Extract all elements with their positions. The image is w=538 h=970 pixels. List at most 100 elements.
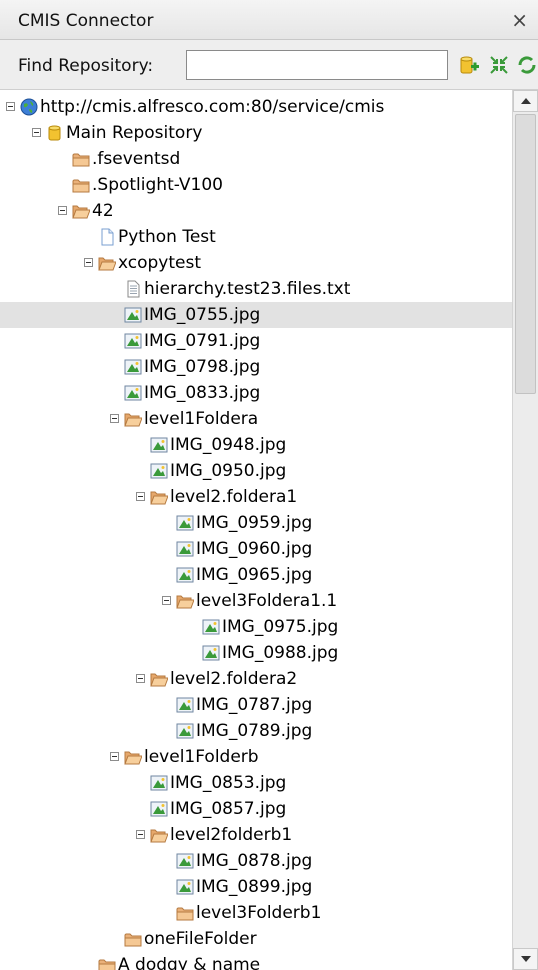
image-file-icon xyxy=(124,384,142,402)
tree-row-label: .fseventsd xyxy=(92,149,181,169)
repository-tree[interactable]: http://cmis.alfresco.com:80/service/cmis… xyxy=(0,90,512,970)
image-file-icon xyxy=(176,878,194,896)
tree-row[interactable]: IMG_0798.jpg xyxy=(0,354,512,380)
collapse-toggle-icon[interactable] xyxy=(84,258,93,267)
tree-row-label: IMG_0959.jpg xyxy=(196,513,313,533)
tree-row[interactable]: IMG_0833.jpg xyxy=(0,380,512,406)
tree-row[interactable]: IMG_0959.jpg xyxy=(0,510,512,536)
tree-row-label: IMG_0899.jpg xyxy=(196,877,313,897)
tree-row[interactable]: IMG_0975.jpg xyxy=(0,614,512,640)
tree-row[interactable]: level3Folderb1 xyxy=(0,900,512,926)
tree-row[interactable]: A dodgy & name xyxy=(0,952,512,970)
collapse-toggle-icon[interactable] xyxy=(32,128,41,137)
tree-row[interactable]: IMG_0948.jpg xyxy=(0,432,512,458)
refresh-icon[interactable] xyxy=(516,54,538,76)
tree-row-label: IMG_0791.jpg xyxy=(144,331,261,351)
image-file-icon xyxy=(176,514,194,532)
folder-open-icon xyxy=(124,748,143,766)
tree-row[interactable]: IMG_0878.jpg xyxy=(0,848,512,874)
collapse-toggle-icon[interactable] xyxy=(136,674,145,683)
tree-row-label: level1Folderb xyxy=(144,747,259,767)
scroll-thumb[interactable] xyxy=(515,114,536,394)
folder-icon xyxy=(124,930,142,948)
image-file-icon xyxy=(124,306,142,324)
tree-row[interactable]: http://cmis.alfresco.com:80/service/cmis xyxy=(0,94,512,120)
image-file-icon xyxy=(202,644,220,662)
tree-row[interactable]: .fseventsd xyxy=(0,146,512,172)
folder-open-icon xyxy=(124,410,143,428)
image-file-icon xyxy=(150,462,168,480)
search-row: Find Repository: xyxy=(0,40,538,90)
tree-row[interactable]: IMG_0857.jpg xyxy=(0,796,512,822)
image-file-icon xyxy=(124,358,142,376)
folder-icon xyxy=(72,176,90,194)
tree-row[interactable]: level1Folderb xyxy=(0,744,512,770)
tree-row[interactable]: IMG_0965.jpg xyxy=(0,562,512,588)
folder-open-icon xyxy=(150,488,169,506)
tree-row[interactable]: IMG_0787.jpg xyxy=(0,692,512,718)
close-icon[interactable]: × xyxy=(511,8,528,32)
tree-row[interactable]: IMG_0755.jpg xyxy=(0,302,512,328)
find-repository-label: Find Repository: xyxy=(18,56,154,76)
tree-row-label: hierarchy.test23.files.txt xyxy=(144,279,351,299)
window-title: CMIS Connector xyxy=(18,11,154,31)
collapse-toggle-icon[interactable] xyxy=(110,414,119,423)
collapse-toggle-icon[interactable] xyxy=(6,102,15,111)
folder-open-icon xyxy=(150,670,169,688)
tree-row-label: Python Test xyxy=(118,227,216,247)
vertical-scrollbar[interactable] xyxy=(512,90,538,970)
tree-row[interactable]: level2.foldera2 xyxy=(0,666,512,692)
tree-row[interactable]: xcopytest xyxy=(0,250,512,276)
collapse-toggle-icon[interactable] xyxy=(110,752,119,761)
image-file-icon xyxy=(150,800,168,818)
tree-row-label: 42 xyxy=(92,201,114,221)
scroll-up-icon[interactable] xyxy=(513,90,538,112)
tree-row-label: A dodgy & name xyxy=(118,955,261,970)
tree-row[interactable]: IMG_0899.jpg xyxy=(0,874,512,900)
tree-row[interactable]: Python Test xyxy=(0,224,512,250)
database-icon xyxy=(46,124,64,142)
folder-open-icon xyxy=(98,254,117,272)
tree-row-label: IMG_0857.jpg xyxy=(170,799,287,819)
tree-row[interactable]: IMG_0853.jpg xyxy=(0,770,512,796)
tree-row[interactable]: IMG_0950.jpg xyxy=(0,458,512,484)
tree-row[interactable]: level1Foldera xyxy=(0,406,512,432)
collapse-toggle-icon[interactable] xyxy=(136,830,145,839)
tree-row-label: level2.foldera2 xyxy=(170,669,298,689)
image-file-icon xyxy=(124,332,142,350)
collapse-all-icon[interactable] xyxy=(488,54,510,76)
scroll-down-icon[interactable] xyxy=(513,948,538,970)
tree-row-label: IMG_0975.jpg xyxy=(222,617,339,637)
tree-row[interactable]: oneFileFolder xyxy=(0,926,512,952)
tree-row[interactable]: 42 xyxy=(0,198,512,224)
tree-row[interactable]: IMG_0988.jpg xyxy=(0,640,512,666)
tree-row[interactable]: IMG_0791.jpg xyxy=(0,328,512,354)
tree-row[interactable]: level2.foldera1 xyxy=(0,484,512,510)
folder-open-icon xyxy=(72,202,91,220)
tree-row[interactable]: level2folderb1 xyxy=(0,822,512,848)
collapse-toggle-icon[interactable] xyxy=(58,206,67,215)
image-file-icon xyxy=(176,722,194,740)
tree-row-label: IMG_0787.jpg xyxy=(196,695,313,715)
image-file-icon xyxy=(176,852,194,870)
tree-row[interactable]: Main Repository xyxy=(0,120,512,146)
tree-row[interactable]: .Spotlight-V100 xyxy=(0,172,512,198)
tree-row-label: xcopytest xyxy=(118,253,202,273)
collapse-toggle-icon[interactable] xyxy=(162,596,171,605)
tree-row-label: level2.foldera1 xyxy=(170,487,298,507)
tree-row-label: IMG_0755.jpg xyxy=(144,305,261,325)
tree-row[interactable]: hierarchy.test23.files.txt xyxy=(0,276,512,302)
tree-row[interactable]: IMG_0960.jpg xyxy=(0,536,512,562)
find-repository-input[interactable] xyxy=(186,50,448,80)
tree-row-label: level1Foldera xyxy=(144,409,259,429)
tree-row-label: .Spotlight-V100 xyxy=(92,175,223,195)
globe-icon xyxy=(20,98,38,116)
image-file-icon xyxy=(176,696,194,714)
tree-row[interactable]: IMG_0789.jpg xyxy=(0,718,512,744)
tree-row[interactable]: level3Foldera1.1 xyxy=(0,588,512,614)
tree-row-label: level3Folderb1 xyxy=(196,903,322,923)
tree-row-label: IMG_0948.jpg xyxy=(170,435,287,455)
add-repository-icon[interactable] xyxy=(458,54,480,76)
collapse-toggle-icon[interactable] xyxy=(136,492,145,501)
folder-open-icon xyxy=(150,826,169,844)
